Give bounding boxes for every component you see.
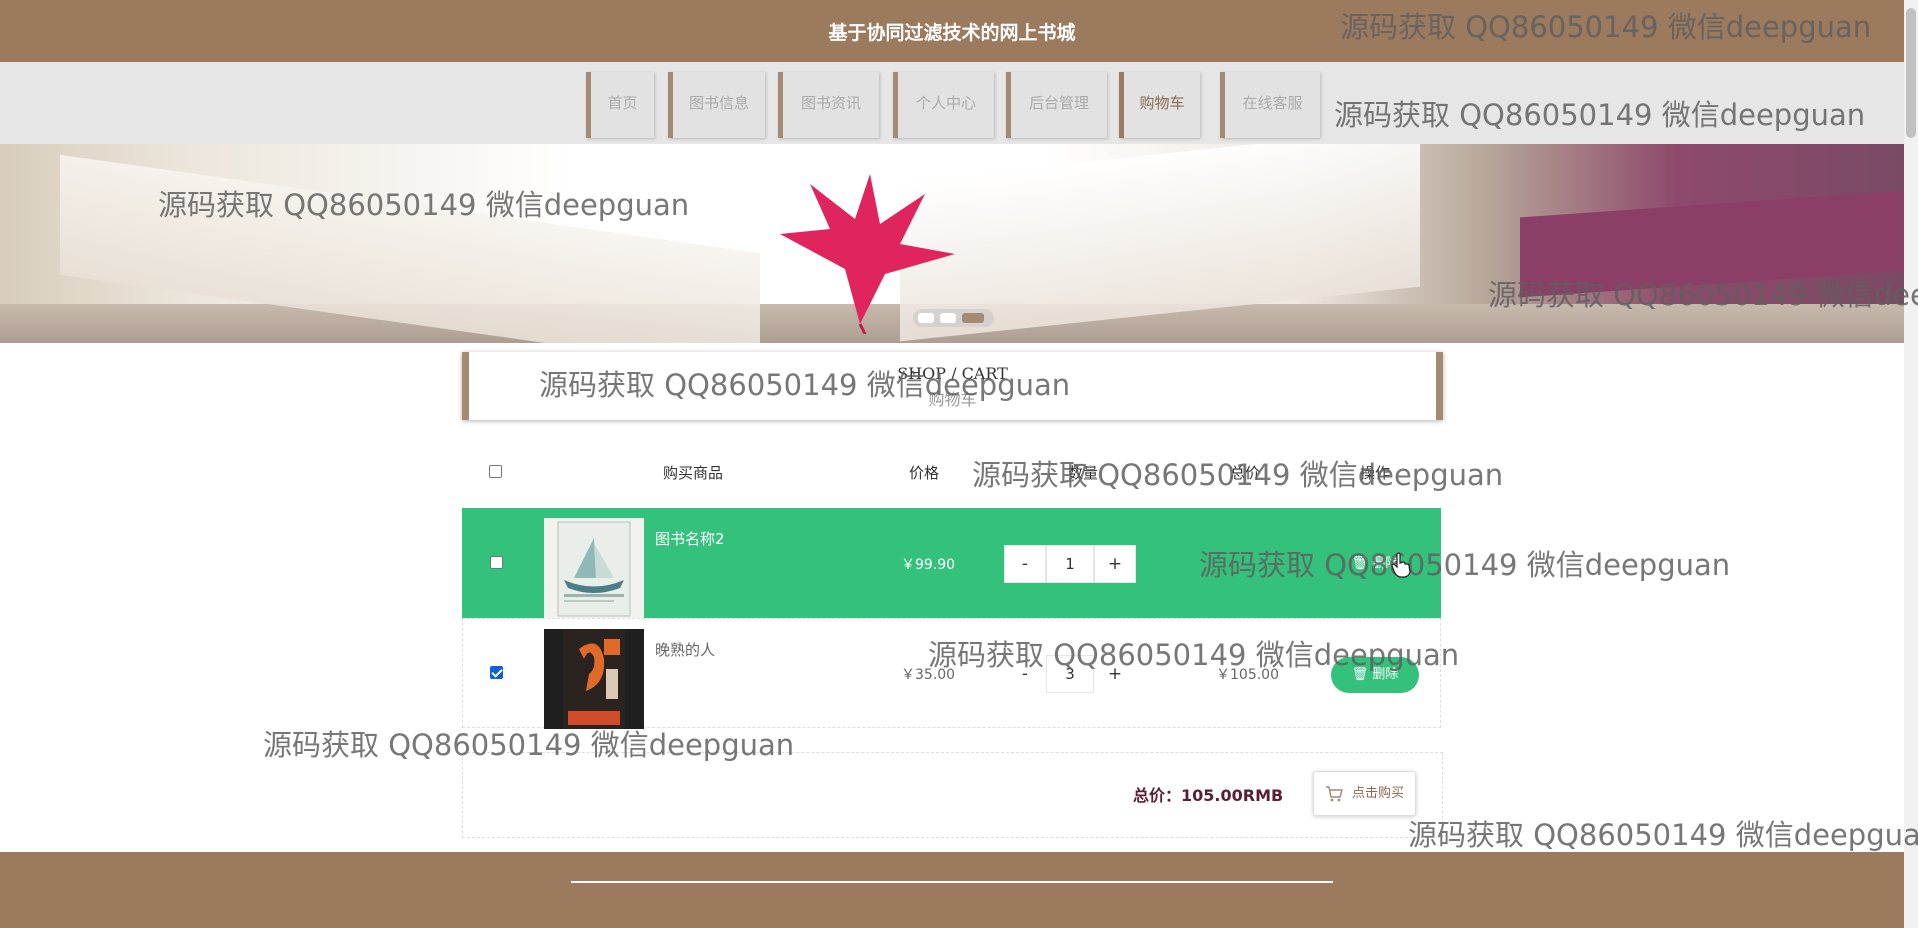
- col-action: 操作: [1360, 464, 1391, 482]
- select-all-checkbox[interactable]: [489, 465, 502, 478]
- book-title[interactable]: 晚熟的人: [655, 639, 715, 660]
- banner-red-book: [1520, 190, 1904, 298]
- book-price: ￥35.00: [901, 667, 956, 683]
- total-price-label: 总价：: [1133, 786, 1182, 805]
- nav-cart[interactable]: 购物车: [1119, 72, 1200, 138]
- site-title: 基于协同过滤技术的网上书城: [828, 22, 1076, 44]
- quantity-input[interactable]: 1: [1046, 545, 1094, 583]
- row-2-checkbox[interactable]: [490, 666, 503, 679]
- col-product: 购买商品: [663, 464, 724, 482]
- nav-home[interactable]: 首页: [586, 72, 654, 138]
- cart-title-cn: 购物车: [928, 390, 977, 409]
- cart-icon: [1326, 786, 1343, 802]
- book-title[interactable]: 图书名称2: [655, 528, 725, 549]
- book-cover-image[interactable]: [544, 518, 644, 618]
- book-cover-image[interactable]: [544, 629, 644, 729]
- nav-book-news[interactable]: 图书资讯: [778, 72, 879, 138]
- book-cover-art: [563, 629, 625, 729]
- buy-button[interactable]: 点击购买: [1313, 771, 1416, 816]
- cart-section-header: SHOP / CART 购物车: [462, 352, 1443, 420]
- total-price: 总价：105.00RMB: [1133, 782, 1283, 806]
- col-quantity: 数量: [1068, 464, 1099, 482]
- nav-online-service[interactable]: 在线客服: [1220, 72, 1320, 138]
- watermark-text: 源码获取 QQ86050149 微信deepguan: [1408, 818, 1918, 852]
- carousel-dot-3[interactable]: [962, 313, 984, 323]
- buy-label: 点击购买: [1351, 786, 1404, 801]
- quantity-plus-button[interactable]: +: [1094, 545, 1136, 583]
- scrollbar-thumb[interactable]: [1906, 8, 1916, 138]
- quantity-plus-button[interactable]: +: [1094, 655, 1136, 693]
- col-price: 价格: [909, 464, 940, 482]
- quantity-minus-button[interactable]: -: [1004, 545, 1046, 583]
- delete-label: 删除: [1372, 667, 1399, 682]
- book-price: ￥99.90: [901, 557, 956, 573]
- hand-cursor-icon: [1391, 552, 1411, 578]
- row-1-checkbox[interactable]: [490, 556, 503, 569]
- nav-personal-center[interactable]: 个人中心: [893, 72, 994, 138]
- book-cover-art: [557, 521, 631, 617]
- nav-admin[interactable]: 后台管理: [1006, 72, 1107, 138]
- nav-book-info[interactable]: 图书信息: [668, 72, 765, 138]
- carousel-dot-1[interactable]: [918, 313, 934, 323]
- trash-icon: 🗑: [1351, 556, 1369, 571]
- page-scrollbar[interactable]: [1904, 0, 1918, 928]
- cart-title-en: SHOP / CART: [897, 364, 1008, 383]
- quantity-minus-button[interactable]: -: [1004, 655, 1046, 693]
- row-subtotal: ￥105.00: [1216, 667, 1279, 683]
- site-footer: [0, 852, 1904, 928]
- delete-button[interactable]: 🗑 删除: [1331, 657, 1419, 693]
- cart-total-box: [462, 752, 1443, 838]
- trash-icon: 🗑: [1351, 667, 1369, 682]
- total-price-value: 105.00RMB: [1181, 786, 1284, 805]
- footer-divider: [571, 881, 1333, 883]
- quantity-input[interactable]: 3: [1046, 655, 1094, 693]
- carousel-dot-2[interactable]: [940, 313, 956, 323]
- col-subtotal: 总价: [1230, 464, 1261, 482]
